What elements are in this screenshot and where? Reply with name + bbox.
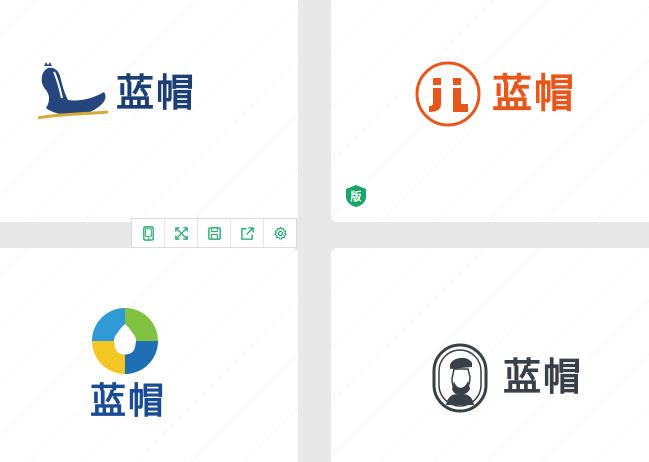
share-icon [240,226,254,240]
settings-button[interactable] [264,219,296,247]
jl-circle-logo-icon [415,61,481,127]
badge-label: 版 [351,189,362,203]
color-circle-logo-icon [92,308,158,374]
brand-text-2: 蓝帽 [492,71,576,117]
fullscreen-button[interactable] [165,219,198,247]
share-button[interactable] [231,219,264,247]
mobile-icon [142,225,154,241]
brand-text-3: 蓝帽 [90,381,167,422]
brand-text-4: 蓝帽 [503,355,584,399]
save-icon [207,226,221,240]
gear-icon [273,225,287,240]
watermark-pattern [331,0,649,222]
save-button[interactable] [198,219,231,247]
logo-card-2[interactable] [331,0,649,222]
expand-icon [174,226,188,240]
bearded-man-logo-icon [432,343,488,413]
swan-logo-icon [38,62,109,120]
watermark-pattern [331,248,649,462]
logo-card-4[interactable] [331,248,649,462]
logo-gallery: 蓝帽 蓝帽 版 蓝帽 蓝帽 [0,0,649,462]
version-badge-icon[interactable]: 版 [346,185,366,207]
brand-text-1: 蓝帽 [116,71,197,115]
logo-toolbar [131,218,297,248]
mobile-preview-button[interactable] [132,219,165,247]
